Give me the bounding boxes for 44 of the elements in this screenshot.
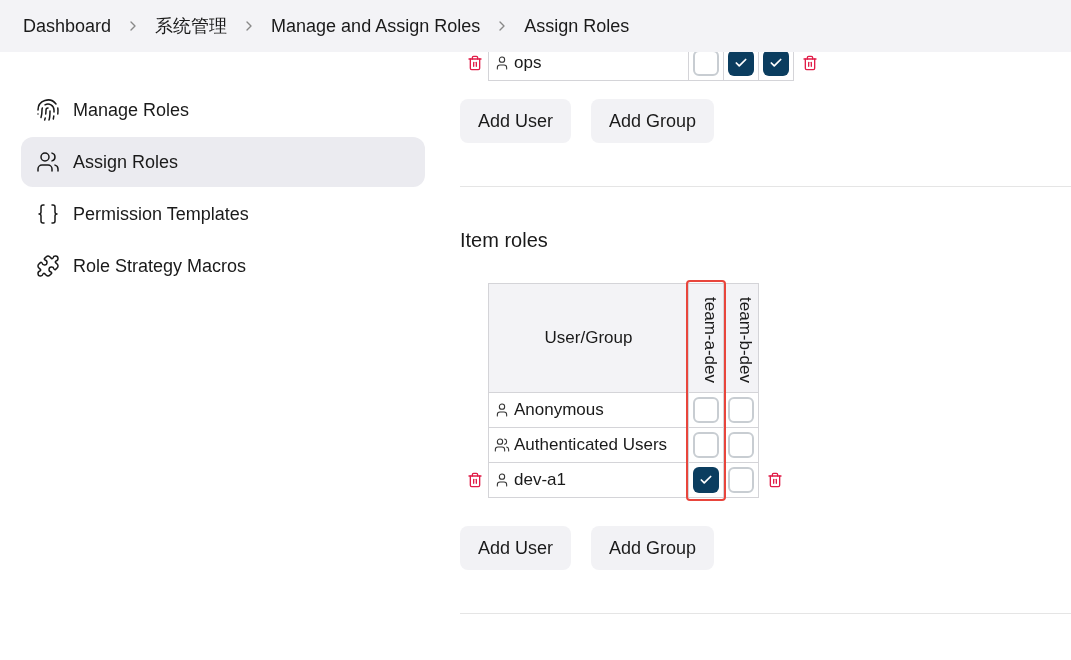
add-button[interactable]: Add Group xyxy=(591,99,715,143)
users-icon xyxy=(36,150,60,174)
delete-icon[interactable] xyxy=(802,55,818,71)
column-header: team-a-dev xyxy=(688,283,724,393)
sidebar-item[interactable]: Assign Roles xyxy=(21,137,425,187)
add-button[interactable]: Add User xyxy=(460,99,572,143)
user-name: ops xyxy=(514,52,542,75)
breadcrumb-link[interactable]: Manage and Assign Roles xyxy=(271,12,481,40)
checkbox[interactable] xyxy=(728,52,754,76)
checkbox[interactable] xyxy=(693,467,719,493)
check-icon xyxy=(734,56,748,70)
braces-icon xyxy=(36,202,60,226)
checkbox[interactable] xyxy=(728,467,754,493)
sidebar-item[interactable]: Manage Roles xyxy=(21,85,425,135)
checkbox[interactable] xyxy=(728,432,754,458)
user-name: Anonymous xyxy=(514,399,604,422)
delete-icon[interactable] xyxy=(767,472,783,488)
delete-icon[interactable] xyxy=(467,55,483,71)
users-icon xyxy=(494,437,510,453)
column-header: User/Group xyxy=(488,283,689,393)
sidebar-item[interactable]: Role Strategy Macros xyxy=(21,241,425,291)
breadcrumb-link[interactable]: Dashboard xyxy=(23,12,112,40)
checkbox[interactable] xyxy=(763,52,789,76)
breadcrumb-link[interactable]: Assign Roles xyxy=(524,12,630,40)
add-button[interactable]: Add Group xyxy=(591,526,715,570)
column-header: team-b-dev xyxy=(723,283,759,393)
user-name: Authenticated Users xyxy=(514,434,668,457)
user-name: dev-a1 xyxy=(514,469,566,492)
user-icon xyxy=(494,472,510,488)
delete-icon[interactable] xyxy=(467,472,483,488)
breadcrumb-link[interactable]: 系统管理 xyxy=(155,12,228,40)
checkbox[interactable] xyxy=(693,432,719,458)
checkbox[interactable] xyxy=(728,397,754,423)
user-icon xyxy=(494,55,510,71)
puzzle-icon xyxy=(36,254,60,278)
user-icon xyxy=(494,402,510,418)
checkbox[interactable] xyxy=(693,397,719,423)
sidebar-item[interactable]: Permission Templates xyxy=(21,189,425,239)
add-button[interactable]: Add User xyxy=(460,526,572,570)
checkbox[interactable] xyxy=(693,52,719,76)
check-icon xyxy=(769,56,783,70)
check-icon xyxy=(699,473,713,487)
section-title: Item roles xyxy=(460,228,549,253)
fingerprint-icon xyxy=(36,98,60,122)
